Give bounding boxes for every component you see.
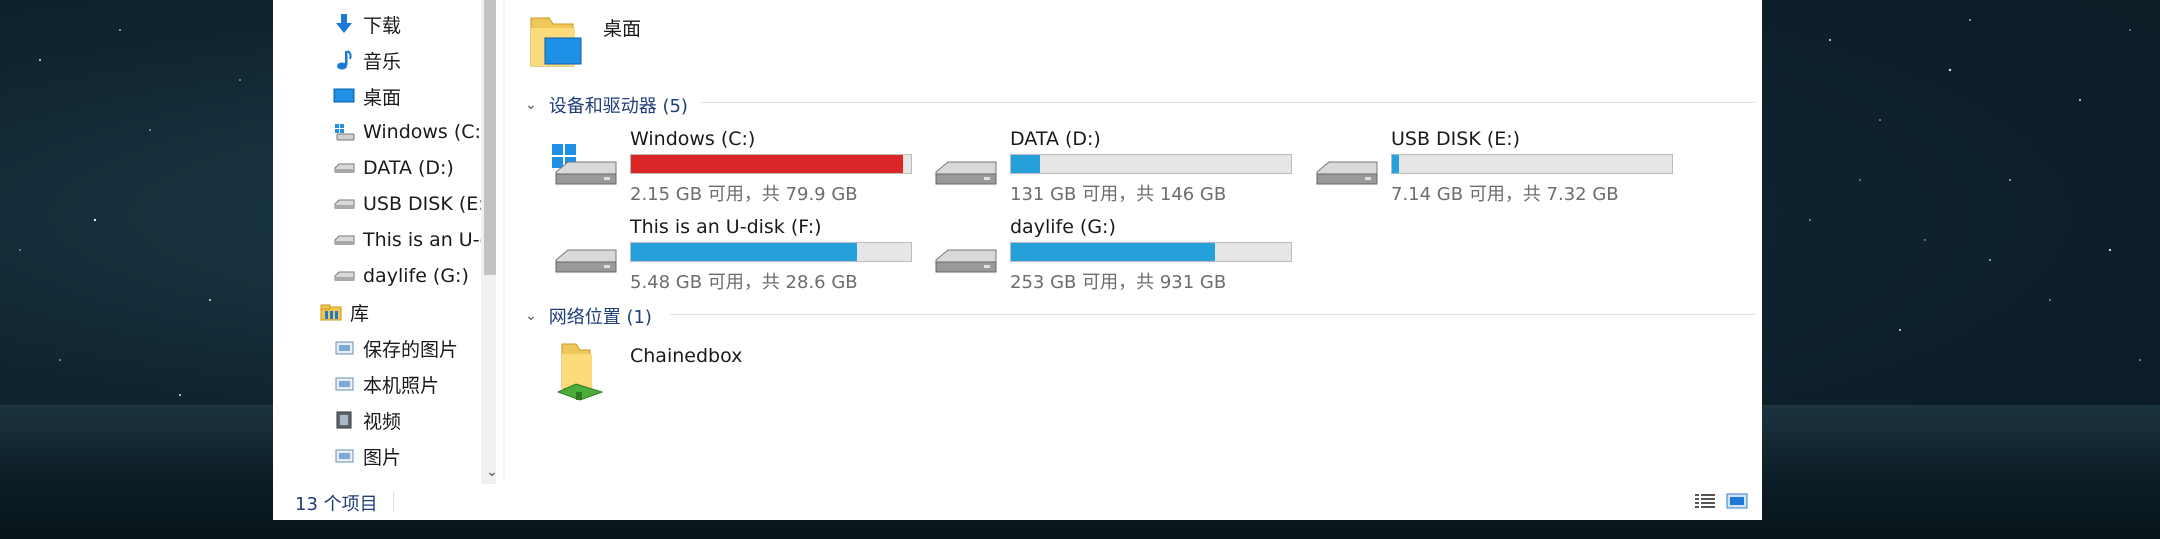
network-group-header[interactable]: ⌄ 网络位置 (1): [525, 303, 652, 329]
drive-usage-bar: [1391, 154, 1673, 174]
status-bar: 13 个项目: [273, 484, 1762, 520]
nav-item-label: 桌面: [363, 86, 402, 109]
drive-tile[interactable]: daylife (G:) 253 GB 可用，共 931 GB: [930, 212, 1292, 293]
drive-name: USB DISK (E:): [1391, 128, 1521, 150]
desktop-icon: [331, 83, 357, 109]
drive-name: Windows (C:): [630, 128, 756, 150]
nav-item-label: 库: [350, 302, 370, 325]
drive-free-space: 131 GB 可用，共 146 GB: [1010, 184, 1227, 205]
nav-item-drive-d[interactable]: DATA (D:): [331, 151, 454, 185]
nav-item-pictures[interactable]: 图片: [331, 439, 401, 473]
nav-item-drive-c[interactable]: Windows (C:): [331, 115, 488, 149]
drive-name: daylife (G:): [1010, 216, 1116, 238]
drive-free-space: 253 GB 可用，共 931 GB: [1010, 272, 1227, 293]
content-pane: 桌面 ⌄ 设备和驱动器 (5) Windows (C:) 2.15 GB 可用，…: [505, 0, 1762, 484]
music-note-icon: [331, 47, 357, 73]
drive-name: This is an U-disk (F:): [630, 216, 822, 238]
download-arrow-icon: [331, 11, 357, 37]
desktop-folder-label: 桌面: [603, 17, 642, 40]
nav-item-label: 图片: [363, 446, 402, 469]
drive-icon: [930, 230, 1002, 278]
drive-tile[interactable]: DATA (D:) 131 GB 可用，共 146 GB: [930, 124, 1292, 205]
library-video-icon: [331, 407, 357, 433]
drive-usage-bar: [1010, 154, 1292, 174]
windows-drive-icon: [331, 119, 357, 145]
group-separator-line: [700, 102, 1755, 103]
nav-item-label: This is an U-disk (F:): [363, 229, 496, 251]
nav-item-drive-g[interactable]: daylife (G:): [331, 259, 469, 293]
desktop-folder-icon: [525, 10, 595, 72]
windows-drive-icon: [550, 142, 622, 190]
nav-item-label: DATA (D:): [363, 157, 454, 179]
chevron-down-icon: ⌄: [525, 97, 537, 113]
library-pictures-icon: [331, 443, 357, 469]
drive-tile[interactable]: This is an U-disk (F:) 5.48 GB 可用，共 28.6…: [550, 212, 912, 293]
navigation-pane: 下载 音乐 桌面 Windows (C:) DATA (D:) USB DISK…: [273, 0, 496, 484]
nav-item-label: 保存的图片: [363, 338, 459, 361]
nav-scrollbar-thumb[interactable]: [484, 0, 496, 275]
chevron-down-icon: ⌄: [525, 308, 537, 324]
drive-icon: [1311, 142, 1383, 190]
file-explorer-window: 下载 音乐 桌面 Windows (C:) DATA (D:) USB DISK…: [273, 0, 1762, 520]
nav-item-label: 音乐: [363, 50, 402, 73]
item-count: 13 个项目: [295, 494, 378, 515]
nav-item-videos[interactable]: 视频: [331, 403, 401, 437]
network-location-label: Chainedbox: [630, 345, 743, 367]
nav-item-music[interactable]: 音乐: [331, 43, 401, 77]
group-separator-line: [670, 314, 1755, 315]
nav-item-drive-f[interactable]: This is an U-disk (F:): [331, 223, 496, 257]
details-view-icon[interactable]: [1693, 490, 1717, 512]
drive-icon: [331, 263, 357, 289]
drive-usage-bar: [630, 154, 912, 174]
nav-item-drive-e[interactable]: USB DISK (E:): [331, 187, 492, 221]
drive-icon: [331, 155, 357, 181]
nav-item-saved-pictures[interactable]: 保存的图片: [331, 331, 458, 365]
drive-usage-bar: [1010, 242, 1292, 262]
network-folder-icon: [550, 338, 622, 410]
nav-item-camera-roll[interactable]: 本机照片: [331, 367, 439, 401]
drive-icon: [331, 191, 357, 217]
library-pictures-icon: [331, 371, 357, 397]
nav-item-label: Windows (C:): [363, 121, 489, 143]
nav-item-label: 下载: [363, 14, 402, 37]
drive-icon: [930, 142, 1002, 190]
drive-usage-bar: [630, 242, 912, 262]
network-location-item[interactable]: Chainedbox: [550, 338, 742, 410]
nav-item-downloads[interactable]: 下载: [331, 7, 401, 41]
nav-item-label: 本机照片: [363, 374, 440, 397]
drive-icon: [550, 230, 622, 278]
large-icons-view-icon[interactable]: [1725, 490, 1749, 512]
drive-tile[interactable]: USB DISK (E:) 7.14 GB 可用，共 7.32 GB: [1311, 124, 1673, 205]
drive-free-space: 7.14 GB 可用，共 7.32 GB: [1391, 184, 1619, 205]
library-icon: [318, 299, 344, 325]
nav-item-label: daylife (G:): [363, 265, 469, 287]
devices-group-header[interactable]: ⌄ 设备和驱动器 (5): [525, 92, 688, 118]
drive-tile[interactable]: Windows (C:) 2.15 GB 可用，共 79.9 GB: [550, 124, 912, 205]
library-pictures-icon: [331, 335, 357, 361]
drive-icon: [331, 227, 357, 253]
nav-item-label: USB DISK (E:): [363, 193, 493, 215]
drive-name: DATA (D:): [1010, 128, 1101, 150]
nav-item-label: 视频: [363, 410, 402, 433]
drive-free-space: 2.15 GB 可用，共 79.9 GB: [630, 184, 858, 205]
nav-item-desktop[interactable]: 桌面: [331, 79, 401, 113]
nav-scrollbar[interactable]: ⌄: [481, 0, 496, 484]
scroll-down-arrow-icon[interactable]: ⌄: [484, 464, 496, 480]
status-separator: [393, 492, 394, 512]
drive-free-space: 5.48 GB 可用，共 28.6 GB: [630, 272, 858, 293]
nav-item-libraries[interactable]: 库: [318, 295, 369, 329]
devices-group-title: 设备和驱动器 (5): [548, 96, 688, 117]
network-group-title: 网络位置 (1): [548, 307, 652, 328]
desktop-folder-item[interactable]: 桌面: [525, 10, 641, 72]
